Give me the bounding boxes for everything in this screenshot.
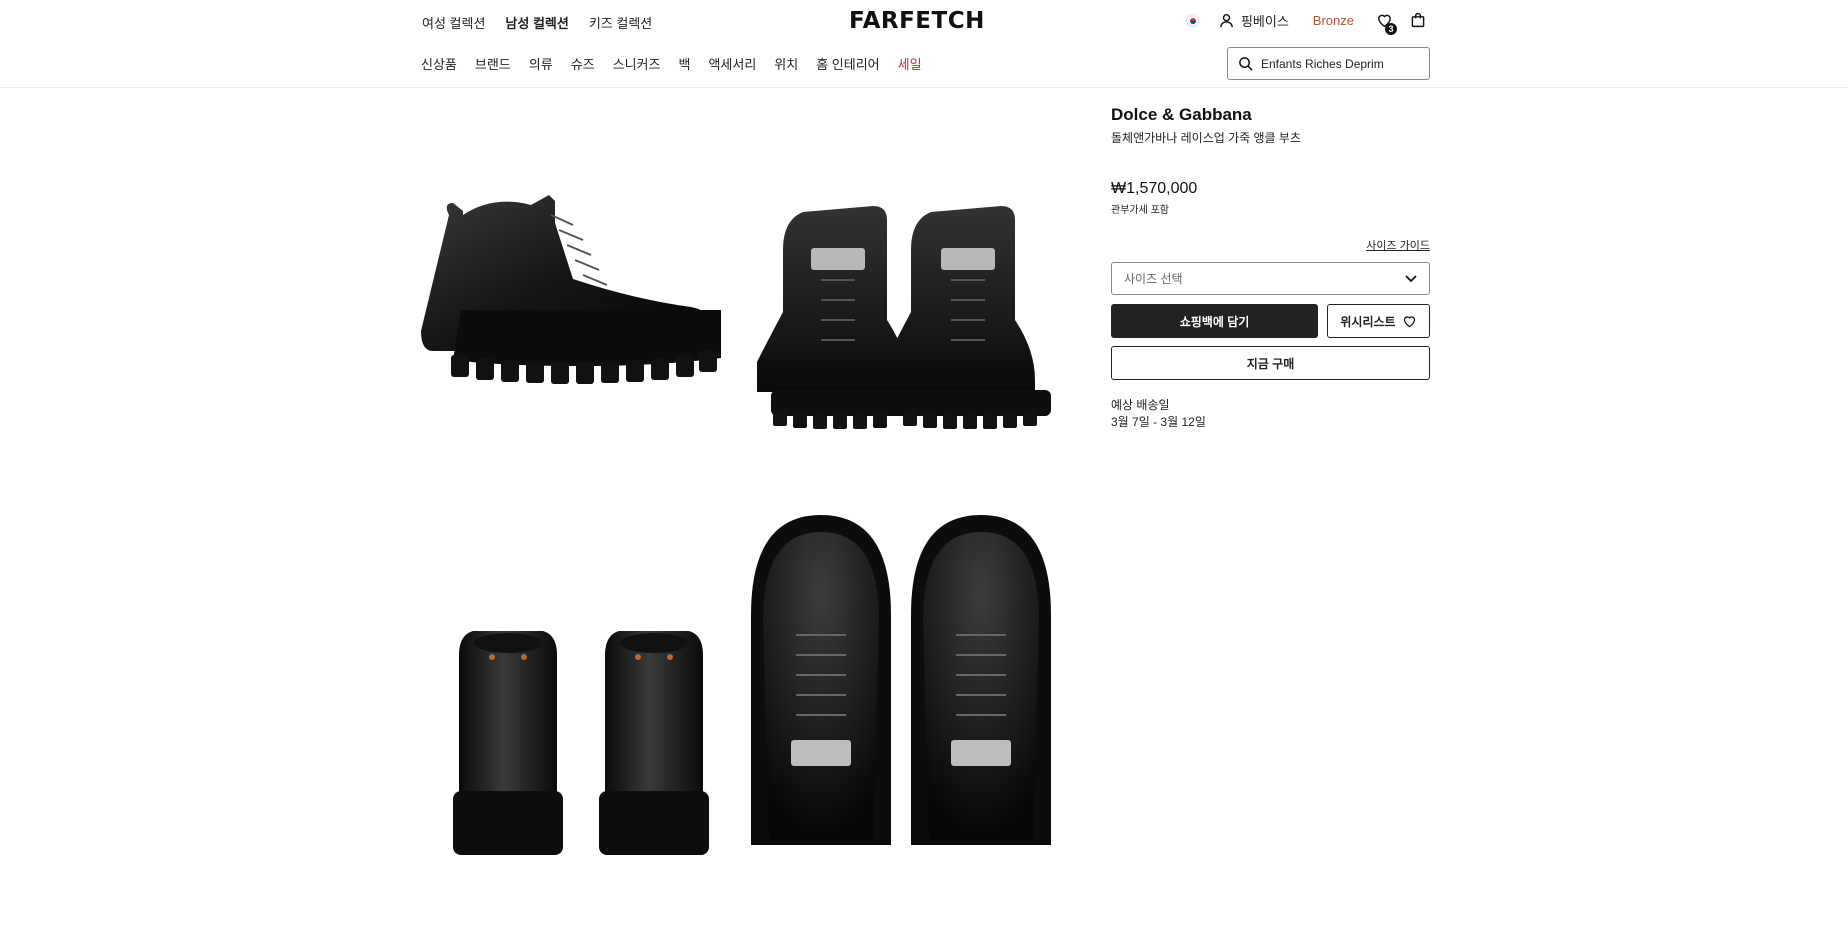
delivery-dates: 3월 7일 - 3월 12일 xyxy=(1111,415,1206,429)
tab-women[interactable]: 여성 컬렉션 xyxy=(422,13,485,32)
account-name: 핑베이스 xyxy=(1240,13,1289,29)
nav-accessories[interactable]: 액세서리 xyxy=(708,54,756,73)
tax-note: 관부가세 포함 xyxy=(1111,205,1169,216)
search-icon[interactable] xyxy=(1238,56,1253,71)
wishlist-button-label: 위시리스트 xyxy=(1340,314,1396,329)
nav-home[interactable]: 홈 인테리어 xyxy=(816,54,879,73)
product-brand[interactable]: Dolce & Gabbana xyxy=(1111,105,1430,125)
nav-watches[interactable]: 위치 xyxy=(774,54,798,73)
boot-pair-image xyxy=(757,206,1051,429)
shopping-bag-icon xyxy=(1411,12,1425,28)
boot-side-image xyxy=(421,195,721,384)
action-row: 쇼핑백에 담기 위시리스트 xyxy=(1111,304,1430,338)
product-description: 돌체앤가바나 레이스업 가죽 앵클 부츠 xyxy=(1111,131,1301,145)
category-nav: 신상품 브랜드 의류 슈즈 스니커즈 백 액세서리 위치 홈 인테리어 세일 xyxy=(421,54,922,73)
buy-now-button[interactable]: 지금 구매 xyxy=(1111,346,1430,380)
nav-shoes[interactable]: 슈즈 xyxy=(571,54,595,73)
membership-tier[interactable]: Bronze xyxy=(1313,13,1354,28)
nav-sale[interactable]: 세일 xyxy=(898,54,922,73)
product-gallery xyxy=(421,90,1061,941)
account-menu[interactable]: 핑베이스 xyxy=(1219,11,1289,30)
nav-bags[interactable]: 백 xyxy=(678,54,690,73)
heart-icon xyxy=(1403,316,1415,328)
boot-top-image xyxy=(751,515,1051,845)
wishlist-add-button[interactable]: 위시리스트 xyxy=(1327,304,1430,338)
product-image-top[interactable] xyxy=(741,485,1061,865)
product-image-side[interactable] xyxy=(421,90,741,470)
size-select[interactable]: 사이즈 선택 xyxy=(1111,262,1430,295)
site-header: 여성 컬렉션 남성 컬렉션 키즈 컬렉션 FARFETCH 핑베이스 Bronz… xyxy=(0,0,1848,88)
utility-nav: 핑베이스 Bronze 3 xyxy=(1185,10,1428,35)
size-select-placeholder: 사이즈 선택 xyxy=(1124,272,1183,286)
nav-brands[interactable]: 브랜드 xyxy=(475,54,511,73)
product-image-pair[interactable] xyxy=(741,90,1061,470)
user-icon xyxy=(1220,13,1233,27)
size-guide-link[interactable]: 사이즈 가이드 xyxy=(1111,237,1430,253)
delivery-estimate: 예상 배송일 3월 7일 - 3월 12일 xyxy=(1111,397,1430,431)
nav-clothing[interactable]: 의류 xyxy=(529,54,553,73)
tab-kids[interactable]: 키즈 컬렉션 xyxy=(589,13,652,32)
search-box xyxy=(1227,47,1430,80)
wishlist-count-badge: 3 xyxy=(1385,23,1397,35)
farfetch-logo[interactable]: FARFETCH xyxy=(849,8,985,34)
gender-nav: 여성 컬렉션 남성 컬렉션 키즈 컬렉션 xyxy=(422,13,652,32)
product-image-rear[interactable] xyxy=(421,485,741,865)
delivery-label: 예상 배송일 xyxy=(1111,398,1170,412)
tab-men[interactable]: 남성 컬렉션 xyxy=(505,13,568,32)
search-input[interactable] xyxy=(1261,56,1411,71)
boot-rear-image xyxy=(453,631,709,855)
product-price: ₩1,570,000 xyxy=(1111,180,1198,197)
chevron-down-icon xyxy=(1405,274,1417,282)
wishlist-button[interactable]: 3 xyxy=(1374,10,1397,35)
product-info-panel: Dolce & Gabbana 돌체앤가바나 레이스업 가죽 앵클 부츠 ₩1,… xyxy=(1111,105,1430,431)
add-to-bag-button[interactable]: 쇼핑백에 담기 xyxy=(1111,304,1318,338)
bag-button[interactable] xyxy=(1408,10,1428,30)
nav-sneakers[interactable]: 스니커즈 xyxy=(613,54,661,73)
korea-flag-icon[interactable] xyxy=(1185,13,1199,27)
nav-new-in[interactable]: 신상품 xyxy=(421,54,457,73)
